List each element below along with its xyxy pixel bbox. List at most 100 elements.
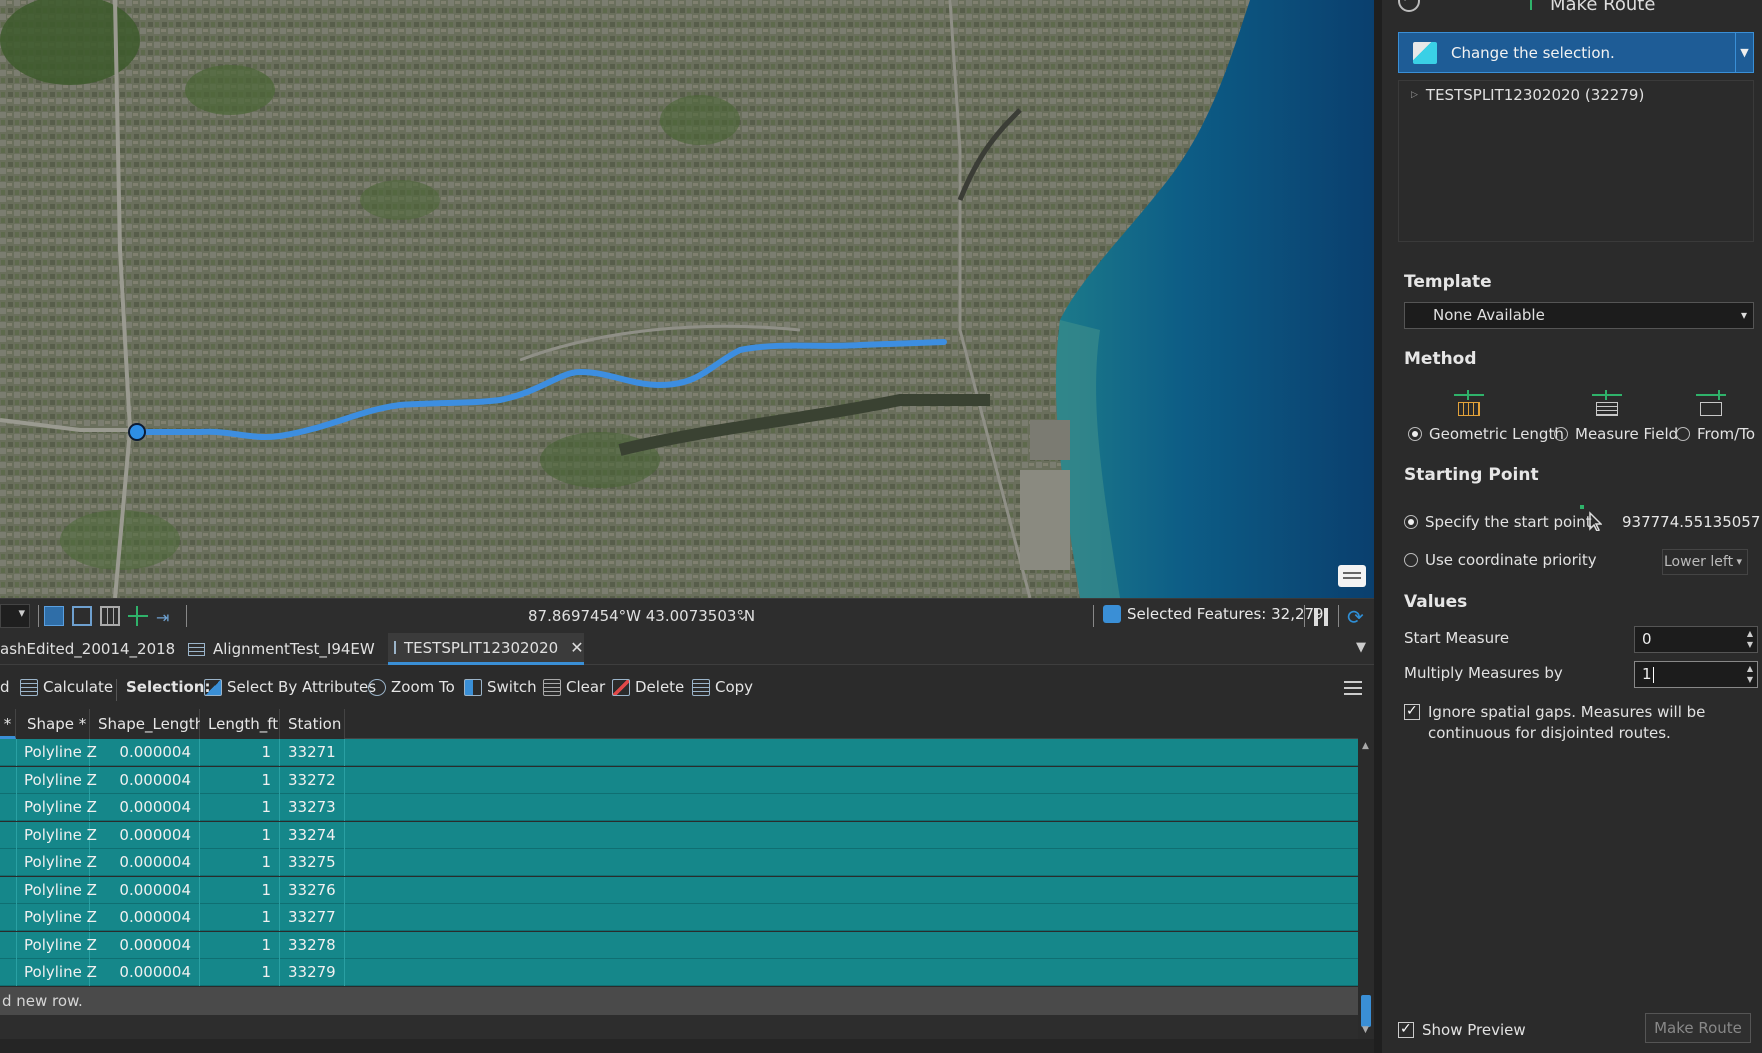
scale-dropdown[interactable] xyxy=(0,604,30,628)
cell-length-ft[interactable]: 1 xyxy=(200,959,280,986)
method-from-to[interactable]: From/To xyxy=(1676,425,1755,443)
select-by-attributes-button[interactable]: Select By Attributes xyxy=(204,678,376,696)
radio-button[interactable] xyxy=(1408,427,1422,441)
change-selection-button[interactable]: Change the selection. ▼ xyxy=(1398,32,1754,73)
scroll-down-icon[interactable]: ▼ xyxy=(1362,1025,1369,1035)
map-view[interactable] xyxy=(0,0,1374,598)
cell-station[interactable]: 33275 xyxy=(280,849,345,876)
checkbox[interactable] xyxy=(1404,701,1420,722)
show-preview-checkbox[interactable]: Show Preview xyxy=(1398,1019,1526,1041)
make-route-button[interactable]: Make Route xyxy=(1645,1013,1751,1043)
add-new-row[interactable]: d new row. xyxy=(0,987,1358,1015)
row-selector[interactable] xyxy=(0,766,17,794)
method-measure-field[interactable]: Measure Field xyxy=(1554,425,1678,443)
menu-icon[interactable] xyxy=(1344,681,1362,695)
selected-features-status[interactable]: Selected Features: 32,279 xyxy=(1103,605,1324,623)
switch-button[interactable]: Switch xyxy=(464,678,537,696)
cell-length-ft[interactable]: 1 xyxy=(200,849,280,876)
cell-shape-length[interactable]: 0.000004 xyxy=(90,904,200,931)
cell-length-ft[interactable]: 1 xyxy=(200,766,280,794)
radio-button[interactable] xyxy=(1404,553,1418,567)
table-row[interactable]: Polyline Z 0.000004 1 33275 xyxy=(0,849,1358,876)
chevron-down-icon[interactable]: ▼ xyxy=(1735,33,1753,72)
row-selector[interactable] xyxy=(0,904,17,931)
start-measure-input[interactable]: 0 ▲ ▼ xyxy=(1634,626,1758,653)
multiply-measures-input[interactable]: 1 ▲ ▼ xyxy=(1634,661,1758,688)
cell-shape[interactable]: Polyline Z xyxy=(16,959,97,986)
cell-shape[interactable]: Polyline Z xyxy=(16,794,97,821)
cell-shape-length[interactable]: 0.000004 xyxy=(90,931,200,959)
grid-snapping-icon[interactable] xyxy=(72,606,92,626)
toolbar-partial-item[interactable]: d xyxy=(0,678,10,696)
selection-tree-item[interactable]: ▷ TESTSPLIT12302020 (32279) xyxy=(1411,86,1644,104)
cell-shape[interactable]: Polyline Z xyxy=(16,904,97,931)
expand-icon[interactable]: ▷ xyxy=(1411,90,1418,100)
method-geometric-length[interactable]: Geometric Length xyxy=(1408,425,1564,443)
use-coordinate-priority-option[interactable]: Use coordinate priority xyxy=(1404,551,1597,569)
close-icon[interactable]: ✕ xyxy=(570,638,583,657)
specify-start-point-option[interactable]: Specify the start point xyxy=(1404,513,1592,531)
refresh-icon[interactable]: ⟳ xyxy=(1347,605,1364,629)
cell-station[interactable]: 33276 xyxy=(280,876,345,904)
pointer-tool-icon[interactable] xyxy=(1580,505,1602,531)
cell-shape-length[interactable]: 0.000004 xyxy=(90,821,200,849)
row-selector[interactable] xyxy=(0,931,17,959)
column-header-marker[interactable]: * xyxy=(0,709,16,739)
clear-button[interactable]: Clear xyxy=(543,678,605,696)
template-dropdown[interactable]: None Available xyxy=(1404,302,1754,329)
row-selector[interactable] xyxy=(0,959,17,986)
column-header-shape[interactable]: Shape * xyxy=(16,709,90,739)
pause-icon[interactable] xyxy=(1314,608,1328,626)
cell-station[interactable]: 33272 xyxy=(280,766,345,794)
snapping-icon[interactable] xyxy=(44,606,64,626)
cell-shape[interactable]: Polyline Z xyxy=(16,766,97,794)
cell-station[interactable]: 33274 xyxy=(280,821,345,849)
ignore-spatial-gaps-checkbox[interactable]: Ignore spatial gaps. Measures will be co… xyxy=(1404,701,1754,744)
cell-shape[interactable]: Polyline Z xyxy=(16,931,97,959)
cell-shape-length[interactable]: 0.000004 xyxy=(90,849,200,876)
calculate-button[interactable]: Calculate xyxy=(20,678,113,696)
cell-length-ft[interactable]: 1 xyxy=(200,931,280,959)
spinner-arrows-icon[interactable]: ▲ ▼ xyxy=(1747,663,1753,685)
cell-length-ft[interactable]: 1 xyxy=(200,739,280,766)
map-notes-icon[interactable] xyxy=(1338,565,1366,587)
table-row[interactable]: Polyline Z 0.000004 1 33277 xyxy=(0,904,1358,931)
cell-shape[interactable]: Polyline Z xyxy=(16,849,97,876)
zoom-to-button[interactable]: Zoom To xyxy=(368,678,455,696)
row-selector[interactable] xyxy=(0,794,17,821)
spinner-arrows-icon[interactable]: ▲ ▼ xyxy=(1747,628,1753,650)
delete-button[interactable]: Delete xyxy=(612,678,684,696)
cell-shape-length[interactable]: 0.000004 xyxy=(90,876,200,904)
column-header-station[interactable]: Station xyxy=(280,709,345,739)
cell-station[interactable]: 33279 xyxy=(280,959,345,986)
cell-length-ft[interactable]: 1 xyxy=(200,794,280,821)
column-header-length-ft[interactable]: Length_ft xyxy=(200,709,280,739)
column-header-shape-length[interactable]: Shape_Length xyxy=(90,709,204,739)
row-selector[interactable] xyxy=(0,821,17,849)
table-row[interactable]: Polyline Z 0.000004 1 33279 xyxy=(0,959,1358,986)
radio-button[interactable] xyxy=(1554,427,1568,441)
table-row[interactable]: Polyline Z 0.000004 1 33272 xyxy=(0,766,1358,794)
chevron-down-icon[interactable]: ▼ xyxy=(1356,640,1366,655)
table-row[interactable]: Polyline Z 0.000004 1 33271 xyxy=(0,739,1358,766)
scroll-thumb[interactable] xyxy=(1361,995,1371,1027)
coordinate-priority-dropdown[interactable]: Lower left xyxy=(1662,549,1748,575)
cell-station[interactable]: 33273 xyxy=(280,794,345,821)
correction-icon[interactable]: ⇥ xyxy=(156,606,176,627)
cell-station[interactable]: 33278 xyxy=(280,931,345,959)
checkbox[interactable] xyxy=(1398,1019,1414,1040)
cell-station[interactable]: 33277 xyxy=(280,904,345,931)
scroll-up-icon[interactable]: ▲ xyxy=(1362,741,1369,751)
cell-shape-length[interactable]: 0.000004 xyxy=(90,739,200,766)
tab-testsplit[interactable]: TESTSPLIT12302020 ✕ xyxy=(388,633,584,665)
cell-shape-length[interactable]: 0.000004 xyxy=(90,766,200,794)
cell-shape-length[interactable]: 0.000004 xyxy=(90,959,200,986)
cell-shape-length[interactable]: 0.000004 xyxy=(90,794,200,821)
row-selector[interactable] xyxy=(0,876,17,904)
tab-alignment-test[interactable]: AlignmentTest_I94EW xyxy=(182,633,381,665)
cell-length-ft[interactable]: 1 xyxy=(200,904,280,931)
cell-station[interactable]: 33271 xyxy=(280,739,345,766)
cell-length-ft[interactable]: 1 xyxy=(200,821,280,849)
constraints-icon[interactable] xyxy=(128,606,148,626)
tab-crash-edited[interactable]: ashEdited_20014_2018 xyxy=(0,633,181,665)
